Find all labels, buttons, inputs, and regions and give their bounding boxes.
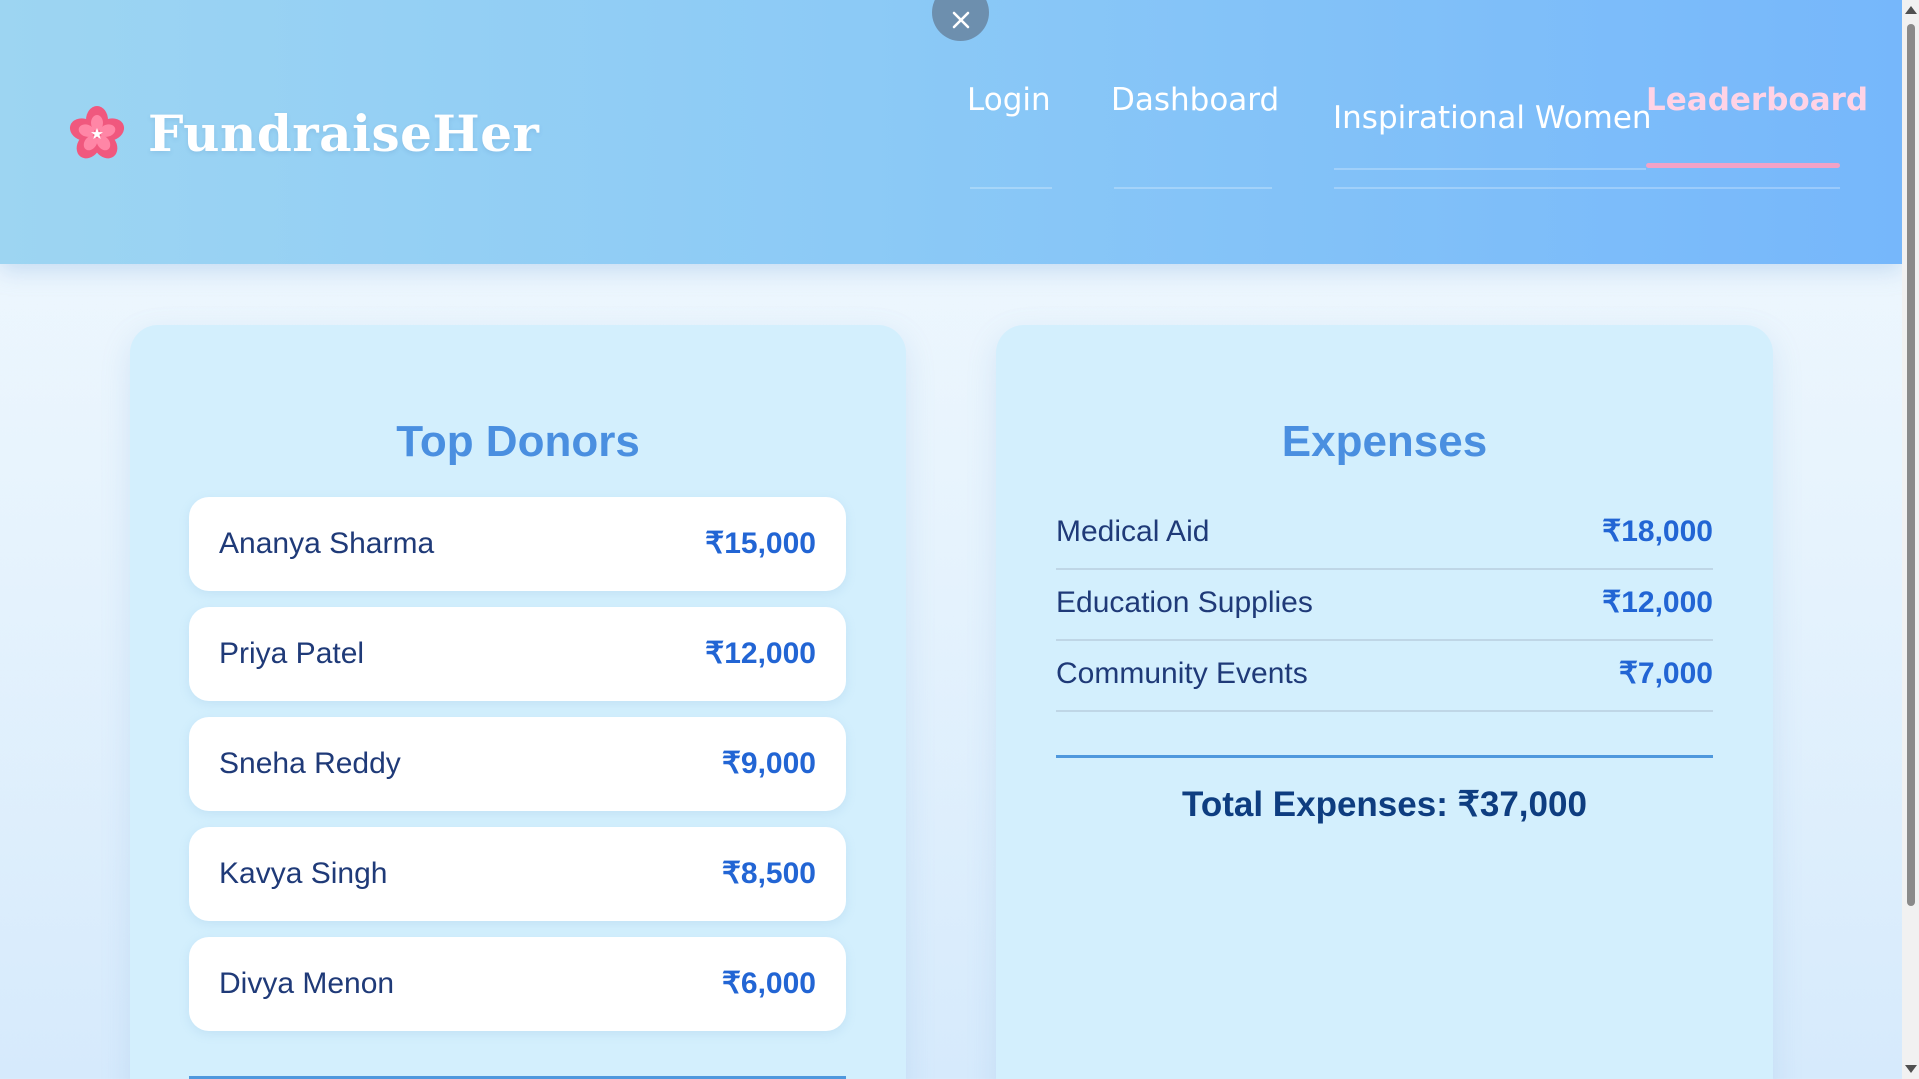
nav-inspirational-women[interactable]: Inspirational Women <box>1333 100 1652 136</box>
nav-login[interactable]: Login <box>967 82 1051 118</box>
donor-name: Ananya Sharma <box>219 527 435 560</box>
top-donors-title: Top Donors <box>396 417 640 466</box>
nav-dashboard[interactable]: Dashboard <box>1111 82 1279 118</box>
expense-name: Education Supplies <box>1056 586 1313 619</box>
expense-name: Community Events <box>1056 657 1308 690</box>
nav-leaderboard-active-underline <box>1646 163 1840 168</box>
expense-amount: ₹18,000 <box>1602 515 1713 548</box>
donor-name: Divya Menon <box>219 967 395 1000</box>
expense-name: Medical Aid <box>1056 515 1210 548</box>
nav-bar-baseline <box>1334 187 1840 189</box>
donor-amount: ₹15,000 <box>705 527 816 560</box>
close-button[interactable] <box>932 0 989 41</box>
expense-amount: ₹7,000 <box>1618 657 1713 690</box>
donor-amount: ₹9,000 <box>721 747 816 780</box>
nav-inspirational-women-underline <box>1334 168 1646 170</box>
scroll-up-arrow-icon[interactable] <box>1905 6 1917 14</box>
brand-name: FundraiseHer <box>148 104 540 163</box>
expense-row: Education Supplies ₹12,000 <box>1056 568 1713 641</box>
total-expenses-value: ₹37,000 <box>1457 785 1587 824</box>
scroll-down-arrow-icon[interactable] <box>1905 1065 1917 1073</box>
donor-name: Sneha Reddy <box>219 747 401 780</box>
donor-row: Kavya Singh ₹8,500 <box>189 827 846 921</box>
nav-login-underline <box>970 187 1052 189</box>
total-expenses-label: Total Expenses: <box>1182 785 1448 824</box>
expense-row: Community Events ₹7,000 <box>1056 639 1713 712</box>
expenses-title: Expenses <box>1281 417 1488 466</box>
nav-dashboard-underline <box>1114 187 1272 189</box>
donor-amount: ₹12,000 <box>705 637 816 670</box>
donor-row: Divya Menon ₹6,000 <box>189 937 846 1031</box>
donor-name: Priya Patel <box>219 637 365 670</box>
scroll-thumb[interactable] <box>1907 24 1915 906</box>
close-icon <box>952 11 969 28</box>
site-header: FundraiseHer Login Dashboard Inspiration… <box>0 0 1902 264</box>
page-scrollbar[interactable] <box>1902 0 1919 1079</box>
nav-leaderboard[interactable]: Leaderboard <box>1646 82 1868 118</box>
donor-row: Sneha Reddy ₹9,000 <box>189 717 846 811</box>
donor-amount: ₹6,000 <box>721 967 816 1000</box>
donor-row: Ananya Sharma ₹15,000 <box>189 497 846 591</box>
donor-name: Kavya Singh <box>219 857 388 890</box>
donor-amount: ₹8,500 <box>721 857 816 890</box>
expense-amount: ₹12,000 <box>1602 586 1713 619</box>
total-expenses: Total Expenses: ₹37,000 <box>996 785 1773 825</box>
total-divider <box>1056 755 1713 758</box>
cherry-blossom-icon <box>69 105 125 158</box>
brand[interactable]: FundraiseHer <box>68 104 539 163</box>
donor-row: Priya Patel ₹12,000 <box>189 607 846 701</box>
expense-row: Medical Aid ₹18,000 <box>1056 497 1713 570</box>
